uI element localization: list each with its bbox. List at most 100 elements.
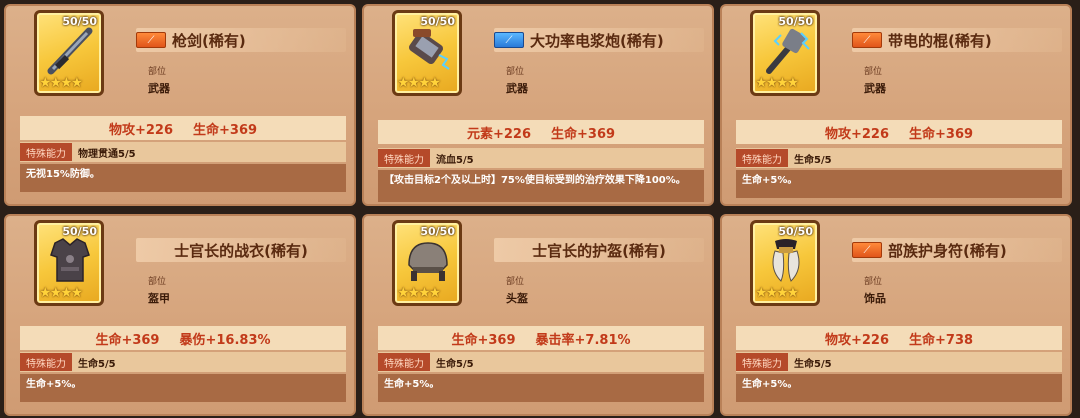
- item-card-helmet[interactable]: 50/50 ★★★★ 士官长的护盔(稀有) 部位 头盔 生命+369 暴击率+7…: [362, 214, 714, 416]
- item-title-bar: ⟋ 枪剑(稀有): [136, 28, 346, 52]
- ability-description: 无视15%防御。: [20, 164, 346, 192]
- stats-row: 物攻+226 生命+738: [736, 326, 1062, 350]
- slot-value: 饰品: [864, 292, 886, 305]
- item-title: 士官长的战衣(稀有): [174, 241, 308, 260]
- item-icon-frame: 50/50 ★★★★: [750, 10, 820, 96]
- slot-label: 部位: [148, 277, 167, 287]
- ability-name: 生命5/5: [78, 358, 116, 370]
- item-count: 50/50: [778, 225, 813, 238]
- tribal-amulet-icon: [772, 239, 800, 282]
- slot-label: 部位: [864, 67, 883, 77]
- item-title-bar: ⟋ 带电的棍(稀有): [852, 28, 1062, 52]
- stat-2: 暴伤+16.83%: [179, 332, 271, 348]
- slot-value: 盔甲: [148, 292, 170, 305]
- stat-2: 生命+369: [909, 126, 974, 142]
- star-rating: ★★★★: [397, 285, 441, 301]
- item-title: 部族护身符(稀有): [888, 241, 1007, 260]
- item-title-bar: 士官长的战衣(稀有): [136, 238, 346, 262]
- item-count: 50/50: [420, 15, 455, 28]
- item-title: 大功率电浆炮(稀有): [530, 31, 664, 50]
- slot-value: 武器: [864, 82, 886, 95]
- ability-tag: 特殊能力: [20, 353, 72, 371]
- item-icon-frame: 50/50 ★★★★: [392, 220, 462, 306]
- star-rating: ★★★★: [755, 285, 799, 301]
- star-rating: ★★★★: [755, 75, 799, 91]
- ability-description: 生命+5%。: [736, 170, 1062, 198]
- item-title-bar: 士官长的护盔(稀有): [494, 238, 704, 262]
- ability-description: 生命+5%。: [736, 374, 1062, 402]
- item-card-amulet[interactable]: 50/50 ★★★★ ⟋ 部族护身符(稀有) 部位 饰品 物攻+226 生命+7…: [720, 214, 1072, 416]
- slot-label: 部位: [506, 277, 525, 287]
- ability-row: 特殊能力 流血5/5: [378, 148, 704, 168]
- stats-row: 元素+226 生命+369: [378, 120, 704, 144]
- armor-vest-icon: [50, 238, 90, 282]
- item-card-armor[interactable]: 50/50 ★★★★ 士官长的战衣(稀有) 部位 盔甲 生命+369 暴伤+16…: [4, 214, 356, 416]
- item-title: 士官长的护盔(稀有): [532, 241, 666, 260]
- ability-name: 流血5/5: [436, 154, 474, 166]
- element-type-icon: ⟋: [494, 32, 524, 48]
- plasma-cannon-icon: [408, 29, 450, 70]
- slot-value: 武器: [148, 82, 170, 95]
- item-icon-frame: 50/50 ★★★★: [750, 220, 820, 306]
- ability-tag: 特殊能力: [736, 353, 788, 371]
- star-rating: ★★★★: [397, 75, 441, 91]
- ability-description: 【攻击目标2个及以上时】75%使目标受到的治疗效果下降100%。: [378, 170, 704, 202]
- stat-2: 暴击率+7.81%: [535, 332, 631, 348]
- slot-label: 部位: [506, 67, 525, 77]
- ability-row: 特殊能力 生命5/5: [736, 352, 1062, 372]
- ability-row: 特殊能力 生命5/5: [736, 148, 1062, 168]
- item-card-gun-sword[interactable]: 50/50 ★★★★ ⟋ 枪剑(稀有) 部位 武器 物攻+226 生命+369 …: [4, 4, 356, 206]
- star-rating: ★★★★: [39, 75, 83, 91]
- ability-description: 生命+5%。: [20, 374, 346, 402]
- stat-1: 生命+369: [95, 332, 160, 348]
- sword-type-icon: ⟋: [136, 32, 166, 48]
- item-title-bar: ⟋ 部族护身符(稀有): [852, 238, 1062, 262]
- stat-2: 生命+738: [909, 332, 974, 348]
- stat-1: 元素+226: [466, 126, 531, 142]
- stat-2: 生命+369: [193, 122, 258, 138]
- sword-type-icon: ⟋: [852, 32, 882, 48]
- ability-description: 生命+5%。: [378, 374, 704, 402]
- slot-label: 部位: [864, 277, 883, 287]
- ability-name: 生命5/5: [794, 154, 832, 166]
- stats-row: 生命+369 暴伤+16.83%: [20, 326, 346, 350]
- ability-row: 特殊能力 生命5/5: [378, 352, 704, 372]
- electric-club-icon: [766, 28, 810, 74]
- stat-1: 生命+369: [451, 332, 516, 348]
- item-icon-frame: 50/50 ★★★★: [392, 10, 462, 96]
- stat-1: 物攻+226: [824, 332, 889, 348]
- ability-row: 特殊能力 生命5/5: [20, 352, 346, 372]
- ability-tag: 特殊能力: [378, 149, 430, 167]
- ability-tag: 特殊能力: [20, 143, 72, 161]
- item-card-plasma-cannon[interactable]: 50/50 ★★★★ ⟋ 大功率电浆炮(稀有) 部位 武器 元素+226 生命+…: [362, 4, 714, 206]
- ability-name: 物理贯通5/5: [78, 148, 136, 160]
- item-title-bar: ⟋ 大功率电浆炮(稀有): [494, 28, 704, 52]
- item-count: 50/50: [778, 15, 813, 28]
- slot-label: 部位: [148, 67, 167, 77]
- stats-row: 物攻+226 生命+369: [736, 120, 1062, 144]
- ability-name: 生命5/5: [436, 358, 474, 370]
- item-icon-frame: 50/50 ★★★★: [34, 10, 104, 96]
- ability-row: 特殊能力 物理贯通5/5: [20, 142, 346, 162]
- stats-row: 物攻+226 生命+369: [20, 116, 346, 140]
- star-rating: ★★★★: [39, 285, 83, 301]
- helmet-icon: [408, 242, 448, 281]
- stat-2: 生命+369: [551, 126, 616, 142]
- item-count: 50/50: [62, 15, 97, 28]
- slot-value: 武器: [506, 82, 528, 95]
- ability-tag: 特殊能力: [736, 149, 788, 167]
- sword-type-icon: ⟋: [852, 242, 882, 258]
- slot-value: 头盔: [506, 292, 528, 305]
- ability-tag: 特殊能力: [378, 353, 430, 371]
- item-title: 带电的棍(稀有): [888, 31, 992, 50]
- item-title: 枪剑(稀有): [172, 31, 246, 50]
- ability-name: 生命5/5: [794, 358, 832, 370]
- gun-sword-icon: [47, 27, 93, 75]
- item-card-electric-club[interactable]: 50/50 ★★★★ ⟋ 带电的棍(稀有) 部位 武器 物攻+226 生命+36…: [720, 4, 1072, 206]
- item-icon-frame: 50/50 ★★★★: [34, 220, 104, 306]
- stats-row: 生命+369 暴击率+7.81%: [378, 326, 704, 350]
- stat-1: 物攻+226: [824, 126, 889, 142]
- item-count: 50/50: [62, 225, 97, 238]
- item-count: 50/50: [420, 225, 455, 238]
- stat-1: 物攻+226: [108, 122, 173, 138]
